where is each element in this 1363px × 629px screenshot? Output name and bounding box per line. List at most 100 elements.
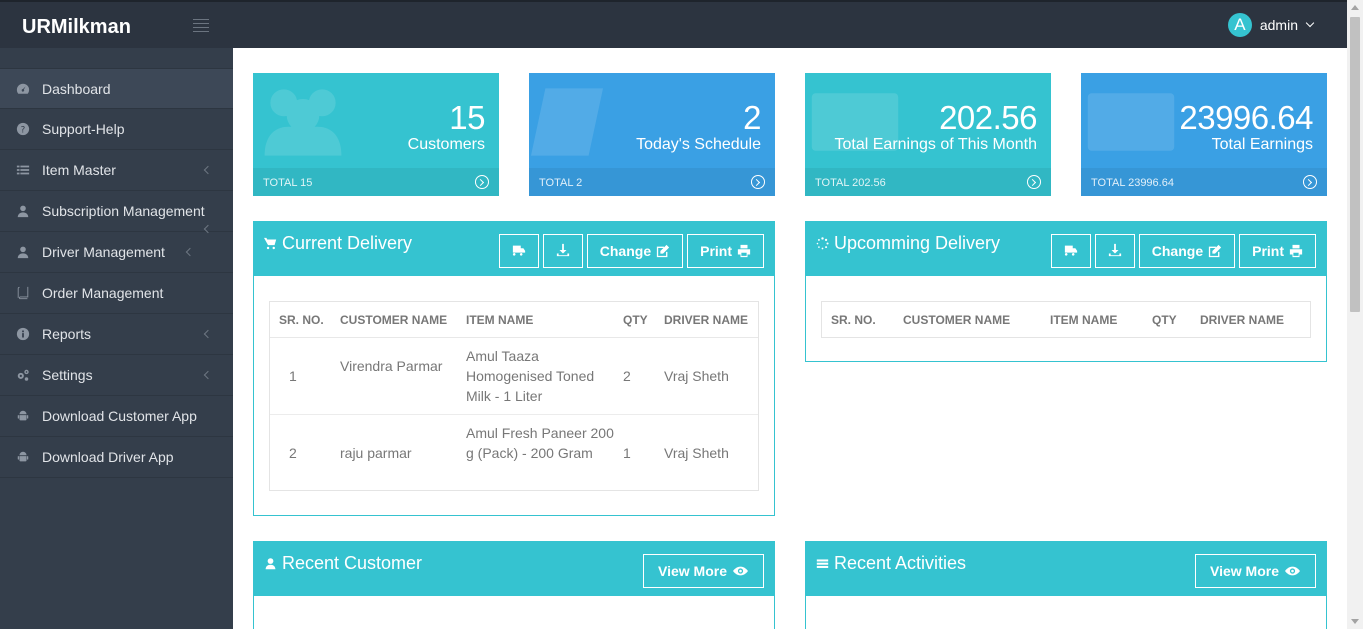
scroll-up-icon[interactable] — [1351, 5, 1359, 10]
column-header: QTY — [623, 313, 648, 327]
svg-text:?: ? — [21, 126, 26, 136]
column-header: SR. NO. — [279, 313, 324, 327]
cell-customer: Virendra Parmar — [340, 358, 443, 374]
chevron-down-icon — [1305, 18, 1315, 28]
stat-label: Total Earnings — [1211, 136, 1313, 153]
stat-footer[interactable]: TOTAL 23996.64 — [1081, 168, 1327, 196]
spinner-icon — [816, 237, 829, 250]
user-icon — [264, 557, 277, 570]
chevron-left-icon — [185, 247, 195, 257]
cell-driver: Vraj Sheth — [664, 368, 729, 384]
print-icon — [737, 244, 751, 258]
sidebar: Dashboard ? Support-Help Item Master Sub… — [0, 48, 233, 629]
panel-header: Upcomming Delivery Change Print — [806, 222, 1326, 276]
sidebar-item-label: Support-Help — [42, 121, 125, 137]
stat-card-monthly-earnings[interactable]: 202.56 Total Earnings of This Month TOTA… — [805, 73, 1051, 196]
panel-actions: Change Print — [1047, 234, 1316, 268]
print-button[interactable]: Print — [1239, 234, 1316, 268]
column-header: ITEM NAME — [1050, 313, 1118, 327]
download-button[interactable] — [542, 234, 583, 268]
panel-actions: View More — [639, 554, 764, 588]
table-row[interactable]: 1 Virendra Parmar Amul Taaza Homogenised… — [270, 338, 758, 415]
money-icon — [1083, 77, 1179, 167]
list-icon — [15, 162, 31, 178]
cell-customer: raju parmar — [340, 445, 412, 461]
sidebar-item-subscription-management[interactable]: Subscription Management — [0, 191, 233, 232]
user-menu[interactable]: A admin — [1227, 13, 1315, 37]
sidebar-item-label: Download Customer App — [42, 408, 197, 424]
sidebar-item-settings[interactable]: Settings — [0, 355, 233, 396]
menu-toggle-icon[interactable] — [193, 19, 209, 32]
column-header: CUSTOMER NAME — [340, 313, 448, 327]
stat-label: Total Earnings of This Month — [834, 136, 1037, 153]
panel-title: Current Delivery — [264, 233, 412, 254]
view-more-button[interactable]: View More — [1195, 554, 1316, 588]
sidebar-item-reports[interactable]: Reports — [0, 314, 233, 355]
view-more-button[interactable]: View More — [643, 554, 764, 588]
stat-card-customers[interactable]: 15 Customers TOTAL 15 — [253, 73, 499, 196]
column-header: DRIVER NAME — [664, 313, 749, 327]
stat-footer[interactable]: TOTAL 15 — [253, 168, 499, 196]
sidebar-item-item-master[interactable]: Item Master — [0, 150, 233, 191]
truck-icon — [512, 243, 526, 260]
column-header: CUSTOMER NAME — [903, 313, 1011, 327]
cell-qty: 1 — [623, 445, 631, 461]
current-delivery-table: SR. NO. CUSTOMER NAME ITEM NAME QTY DRIV… — [269, 301, 759, 491]
stat-footer-text: TOTAL 15 — [263, 177, 313, 189]
arrow-circle-right-icon[interactable] — [751, 175, 765, 189]
download-icon — [556, 243, 570, 260]
question-icon: ? — [15, 121, 31, 137]
brand-title[interactable]: URMilkman — [22, 16, 131, 39]
arrow-circle-right-icon[interactable] — [1027, 175, 1041, 189]
avatar: A — [1227, 13, 1252, 37]
android-icon — [15, 449, 31, 465]
stat-card-todays-schedule[interactable]: 2 Today's Schedule TOTAL 2 — [529, 73, 775, 196]
edit-icon — [656, 244, 670, 258]
panel-title: Upcomming Delivery — [816, 233, 1000, 254]
download-button[interactable] — [1094, 234, 1135, 268]
change-button[interactable]: Change — [1138, 234, 1236, 268]
arrow-circle-right-icon[interactable] — [475, 175, 489, 189]
sidebar-item-label: Dashboard — [42, 80, 111, 97]
table-row[interactable]: 2 raju parmar Amul Fresh Paneer 200 g (P… — [270, 415, 758, 492]
print-button[interactable]: Print — [687, 234, 764, 268]
column-header: DRIVER NAME — [1200, 313, 1285, 327]
truck-button[interactable] — [498, 234, 539, 268]
sidebar-item-support-help[interactable]: ? Support-Help — [0, 109, 233, 150]
column-header: ITEM NAME — [466, 313, 534, 327]
book-icon — [15, 285, 31, 301]
sidebar-item-order-management[interactable]: Order Management — [0, 273, 233, 314]
main-content: 15 Customers TOTAL 15 2 Today's Schedule… — [233, 48, 1347, 629]
eye-icon — [1284, 564, 1301, 578]
sidebar-item-download-driver-app[interactable]: Download Driver App — [0, 437, 233, 478]
chevron-left-icon — [203, 370, 213, 380]
table-header: SR. NO. CUSTOMER NAME ITEM NAME QTY DRIV… — [822, 302, 1310, 338]
sidebar-item-download-customer-app[interactable]: Download Customer App — [0, 396, 233, 437]
sidebar-item-label: Settings — [42, 367, 93, 383]
scrollbar-thumb[interactable] — [1350, 17, 1360, 312]
eye-icon — [732, 564, 749, 578]
panel-actions: View More — [1191, 554, 1316, 588]
scroll-down-icon[interactable] — [1351, 619, 1359, 624]
android-icon — [15, 408, 31, 424]
users-icon — [255, 77, 351, 167]
cart-icon — [264, 237, 277, 250]
sidebar-item-dashboard[interactable]: Dashboard — [0, 68, 233, 109]
column-header: SR. NO. — [831, 313, 876, 327]
sidebar-item-label: Reports — [42, 326, 92, 342]
truck-button[interactable] — [1050, 234, 1091, 268]
print-icon — [1289, 244, 1303, 258]
stat-card-total-earnings[interactable]: 23996.64 Total Earnings TOTAL 23996.64 — [1081, 73, 1327, 196]
schedule-icon — [531, 77, 627, 167]
upcoming-delivery-panel: Upcomming Delivery Change Print SR. NO. … — [805, 221, 1327, 362]
sidebar-item-driver-management[interactable]: Driver Management — [0, 224, 233, 273]
arrow-circle-right-icon[interactable] — [1303, 175, 1317, 189]
sidebar-item-label: Driver Management — [42, 244, 165, 260]
panel-header: Recent Activities View More — [806, 542, 1326, 596]
stat-label: Customers — [407, 136, 485, 153]
stat-footer[interactable]: TOTAL 2 — [529, 168, 775, 196]
panel-title: Recent Customer — [264, 553, 422, 574]
change-button[interactable]: Change — [586, 234, 684, 268]
stat-footer[interactable]: TOTAL 202.56 — [805, 168, 1051, 196]
page-scrollbar[interactable] — [1347, 0, 1363, 629]
